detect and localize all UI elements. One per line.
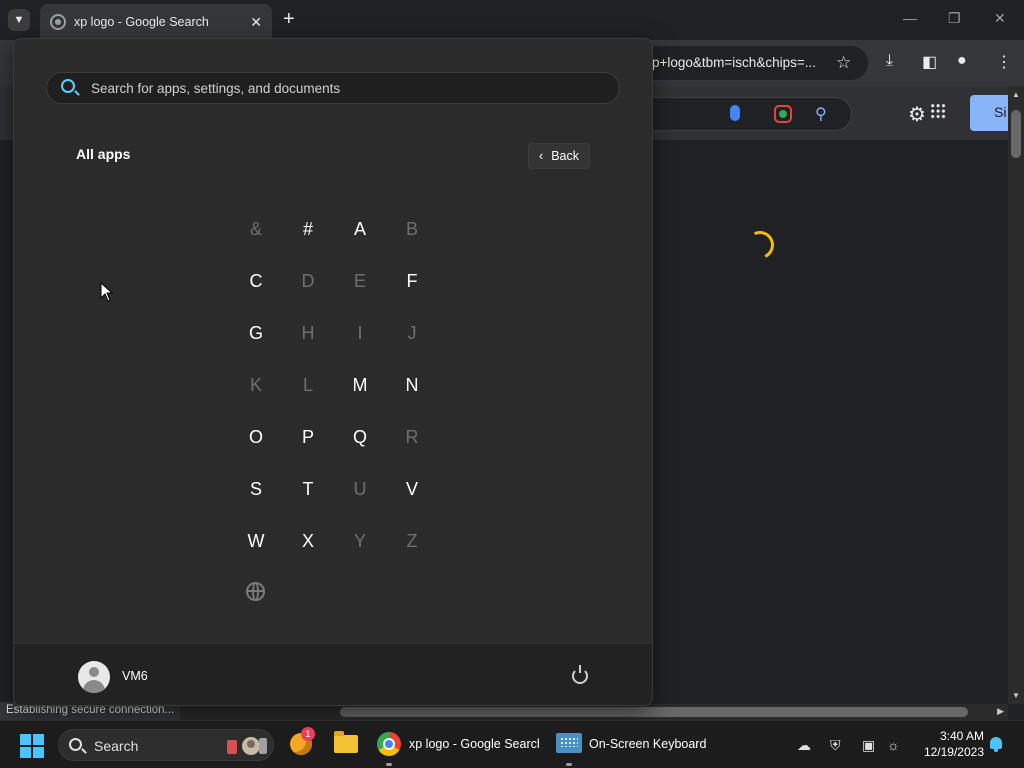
letter-index-item[interactable]: F <box>386 255 438 307</box>
display-icon[interactable]: ▣ <box>862 737 875 754</box>
user-name[interactable]: VM6 <box>122 669 148 683</box>
chrome-task-label[interactable]: xp logo - Google Search <box>409 737 539 751</box>
back-label: Back <box>551 149 579 163</box>
taskbar-search-box[interactable]: Search <box>58 729 274 761</box>
all-apps-title: All apps <box>76 146 131 162</box>
search-icon <box>61 79 75 93</box>
letter-index-item[interactable]: C <box>230 255 282 307</box>
globe-icon[interactable] <box>246 582 265 601</box>
close-tab-icon[interactable]: ✕ <box>250 14 262 31</box>
onedrive-off-icon[interactable]: ☁ <box>797 737 811 754</box>
on-screen-keyboard-icon[interactable] <box>556 733 582 753</box>
letter-index-item: R <box>405 426 419 447</box>
letter-index-item: H <box>301 322 315 343</box>
letter-index-grid: & # A B C D E F G H I J K L M N O P Q R S T U V W X Y Z <box>230 203 438 567</box>
notification-badge: 1 <box>301 727 315 741</box>
letter-index-item[interactable]: M <box>334 359 386 411</box>
letter-index-item: Y <box>353 530 366 551</box>
letter-index-item: E <box>353 270 366 291</box>
mic-icon[interactable] <box>730 105 740 121</box>
file-explorer-icon[interactable] <box>334 731 358 753</box>
network-icon[interactable]: ☼ <box>887 737 900 753</box>
letter-index-item[interactable]: X <box>282 515 334 567</box>
letter-index-item[interactable]: A <box>334 203 386 255</box>
letter-index-item: U <box>353 478 367 499</box>
back-button[interactable]: ‹ Back <box>528 143 590 169</box>
profile-icon[interactable]: ● <box>957 52 967 70</box>
horizontal-scroll-thumb[interactable] <box>340 707 968 717</box>
security-warning-icon[interactable]: ⛨ <box>830 737 841 754</box>
tab-search-button[interactable]: ▼ <box>8 9 30 31</box>
letter-index-item[interactable]: # <box>282 203 334 255</box>
letter-index-item: B <box>405 218 418 239</box>
tab-strip: ▼ xp logo - Google Search ✕ + — ❐ ✕ <box>0 0 1024 40</box>
minimize-icon[interactable]: — <box>903 10 917 26</box>
search-icon[interactable]: ⚲ <box>815 104 827 124</box>
power-icon[interactable] <box>572 665 588 684</box>
close-window-icon[interactable]: ✕ <box>994 10 1006 27</box>
taskbar-search-label: Search <box>94 738 139 754</box>
letter-index-item[interactable]: W <box>230 515 282 567</box>
lens-icon[interactable] <box>774 105 792 123</box>
letter-index-item: L <box>302 374 313 395</box>
avatar[interactable] <box>78 661 110 693</box>
scroll-right-icon[interactable]: ▶ <box>997 706 1004 717</box>
tab-title: xp logo - Google Search <box>74 15 209 29</box>
search-highlight-art-icon <box>227 737 267 755</box>
side-panel-icon[interactable]: ◧ <box>922 52 937 72</box>
apps-grid-icon[interactable] <box>930 103 946 119</box>
download-icon[interactable]: ⤓ <box>886 52 893 70</box>
letter-index-item: I <box>357 322 363 343</box>
chrome-running-indicator <box>386 763 392 766</box>
letter-index-item[interactable]: Q <box>334 411 386 463</box>
letter-index-item[interactable]: O <box>230 411 282 463</box>
start-search-input[interactable] <box>89 73 609 103</box>
tab-xp-logo[interactable]: xp logo - Google Search ✕ <box>40 4 272 40</box>
start-menu-footer: VM6 <box>14 643 652 705</box>
letter-index-item: J <box>407 322 417 343</box>
user-head-shape <box>89 667 99 677</box>
letter-index-item[interactable]: V <box>386 463 438 515</box>
mouse-cursor-icon <box>100 281 114 307</box>
letter-index-item[interactable]: N <box>386 359 438 411</box>
chevron-left-icon: ‹ <box>539 149 544 163</box>
vertical-scrollbar[interactable]: ▲ ▼ <box>1008 86 1024 704</box>
notification-bell-icon[interactable] <box>990 737 1002 752</box>
windows-start-icon[interactable] <box>20 734 44 758</box>
keyboard-running-indicator <box>566 763 572 766</box>
restore-icon[interactable]: ❐ <box>948 10 961 27</box>
scroll-up-icon[interactable]: ▲ <box>1012 90 1020 99</box>
start-search-box[interactable] <box>46 72 620 104</box>
keyboard-task-label[interactable]: On-Screen Keyboard <box>589 737 706 751</box>
menu-kebab-icon[interactable]: ⋮ <box>996 52 1012 72</box>
letter-index-item: K <box>249 374 262 395</box>
search-icon <box>69 738 82 751</box>
clock-time: 3:40 AM <box>939 729 984 743</box>
system-clock[interactable]: 3:40 AM 12/19/2023 <box>914 728 984 760</box>
letter-index-item[interactable]: T <box>282 463 334 515</box>
bookmark-star-icon[interactable]: ☆ <box>836 53 851 73</box>
user-body-shape <box>83 680 105 693</box>
letter-index-item: Z <box>406 530 418 551</box>
letter-index-item[interactable]: G <box>230 307 282 359</box>
chrome-icon[interactable] <box>377 732 401 756</box>
clock-date: 12/19/2023 <box>923 745 984 759</box>
scroll-down-icon[interactable]: ▼ <box>1012 691 1020 700</box>
vertical-scroll-thumb[interactable] <box>1011 110 1021 158</box>
letter-index-item[interactable]: P <box>282 411 334 463</box>
address-text[interactable]: p+logo&tbm=isch&chips=... <box>652 55 816 70</box>
taskbar: Search 1 xp logo - Google Search On-Scre… <box>0 720 1024 768</box>
letter-index-item: & <box>249 218 262 239</box>
start-menu: All apps ‹ Back &#ABCDEFGHIJKLMNOPQRSTUV… <box>13 38 653 706</box>
new-tab-button[interactable]: + <box>283 8 295 31</box>
letter-index-item[interactable]: S <box>230 463 282 515</box>
loading-favicon-icon <box>50 14 66 30</box>
gear-icon[interactable]: ⚙ <box>908 102 926 127</box>
chevron-down-icon: ▼ <box>13 14 25 26</box>
letter-index-item: D <box>301 270 315 291</box>
